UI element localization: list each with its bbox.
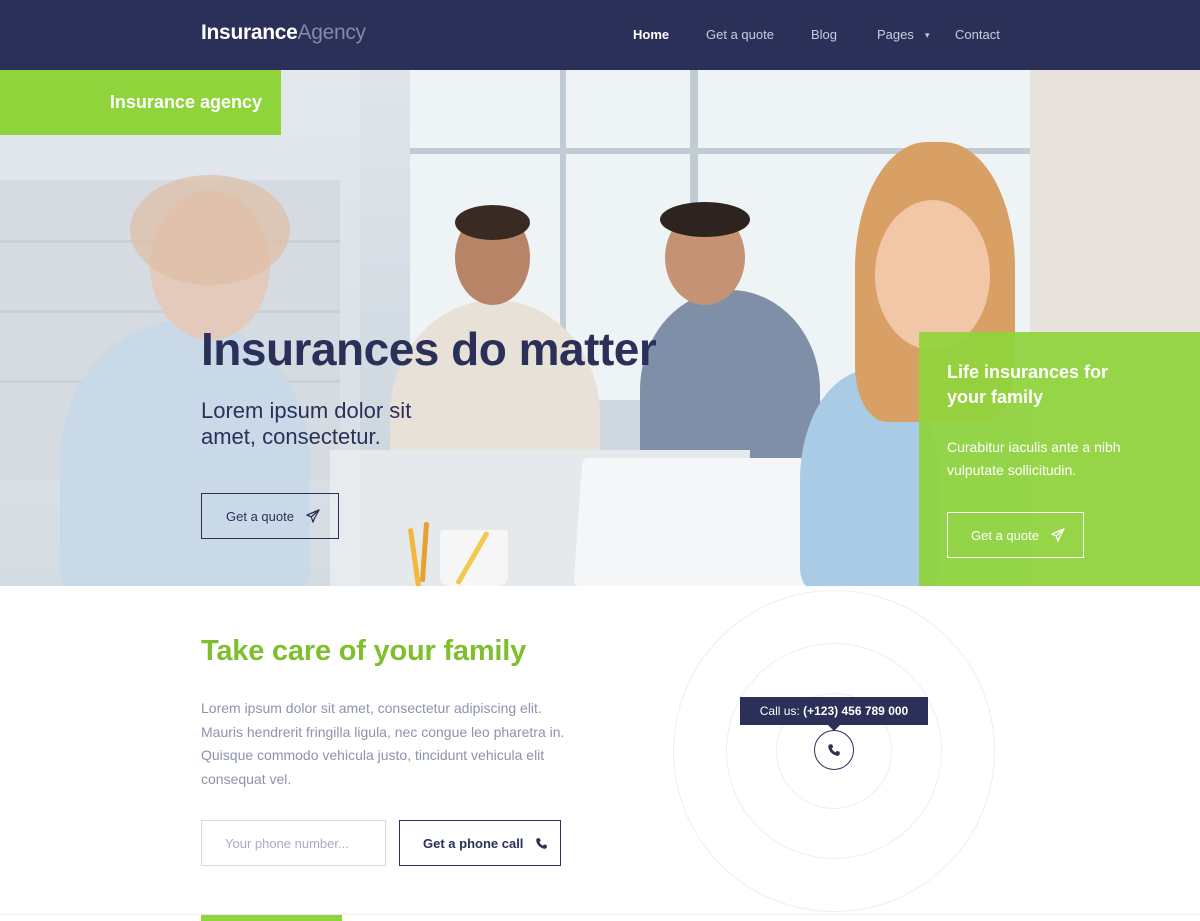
side-card-title: Life insurances for your family	[947, 362, 1109, 407]
call-us-tooltip: Call us: (+123) 456 789 000	[740, 697, 928, 725]
call-us-phone-button[interactable]	[814, 730, 854, 770]
hero-get-quote-button[interactable]: Get a quote	[201, 493, 339, 539]
get-phone-call-button[interactable]: Get a phone call	[399, 820, 561, 866]
section-accent-bar	[201, 915, 342, 921]
life-insurance-card: Life insurances for your family Curabitu…	[919, 332, 1200, 586]
side-card-get-quote-label: Get a quote	[971, 527, 1039, 543]
call-us-number: (+123) 456 789 000	[803, 704, 909, 718]
hero-tag: Insurance agency	[0, 70, 281, 135]
hero-get-quote-label: Get a quote	[226, 508, 294, 524]
nav-item-pages[interactable]: Pages	[877, 26, 914, 44]
paper-plane-icon	[306, 509, 320, 523]
side-card-text: Curabitur iaculis ante a nibh vulputate …	[947, 439, 1121, 478]
call-us-prefix: Call us:	[759, 704, 800, 718]
care-title: Take care of your family	[201, 635, 527, 667]
page: InsuranceAgency Home Get a quote Blog Pa…	[0, 0, 1200, 921]
nav-item-get-a-quote[interactable]: Get a quote	[706, 26, 774, 44]
hero-title: Insurances do matter	[201, 323, 657, 375]
get-phone-call-label: Get a phone call	[423, 835, 524, 851]
side-card-get-quote-button[interactable]: Get a quote	[947, 512, 1084, 558]
section-divider	[0, 914, 1200, 915]
nav-item-blog[interactable]: Blog	[811, 26, 837, 44]
care-text: Lorem ipsum dolor sit amet, consectetur …	[201, 700, 565, 787]
brand-light-text: Agency	[297, 21, 367, 44]
nav-item-contact[interactable]: Contact	[955, 26, 1000, 44]
phone-number-input[interactable]	[201, 820, 386, 866]
hero-subtitle: Lorem ipsum dolor sit amet, consectetur.	[201, 398, 412, 449]
phone-icon	[536, 837, 548, 849]
nav-item-home[interactable]: Home	[633, 26, 669, 44]
brand-bold-text: Insurance	[201, 21, 298, 44]
hero-section: Insurance agency Insurances do matter Lo…	[0, 70, 1200, 586]
phone-icon	[828, 744, 840, 756]
top-nav: InsuranceAgency Home Get a quote Blog Pa…	[0, 0, 1200, 70]
paper-plane-icon	[1051, 528, 1065, 542]
pages-dropdown-caret-icon[interactable]: ▾	[925, 26, 930, 44]
brand-logo[interactable]: InsuranceAgency	[201, 20, 366, 46]
